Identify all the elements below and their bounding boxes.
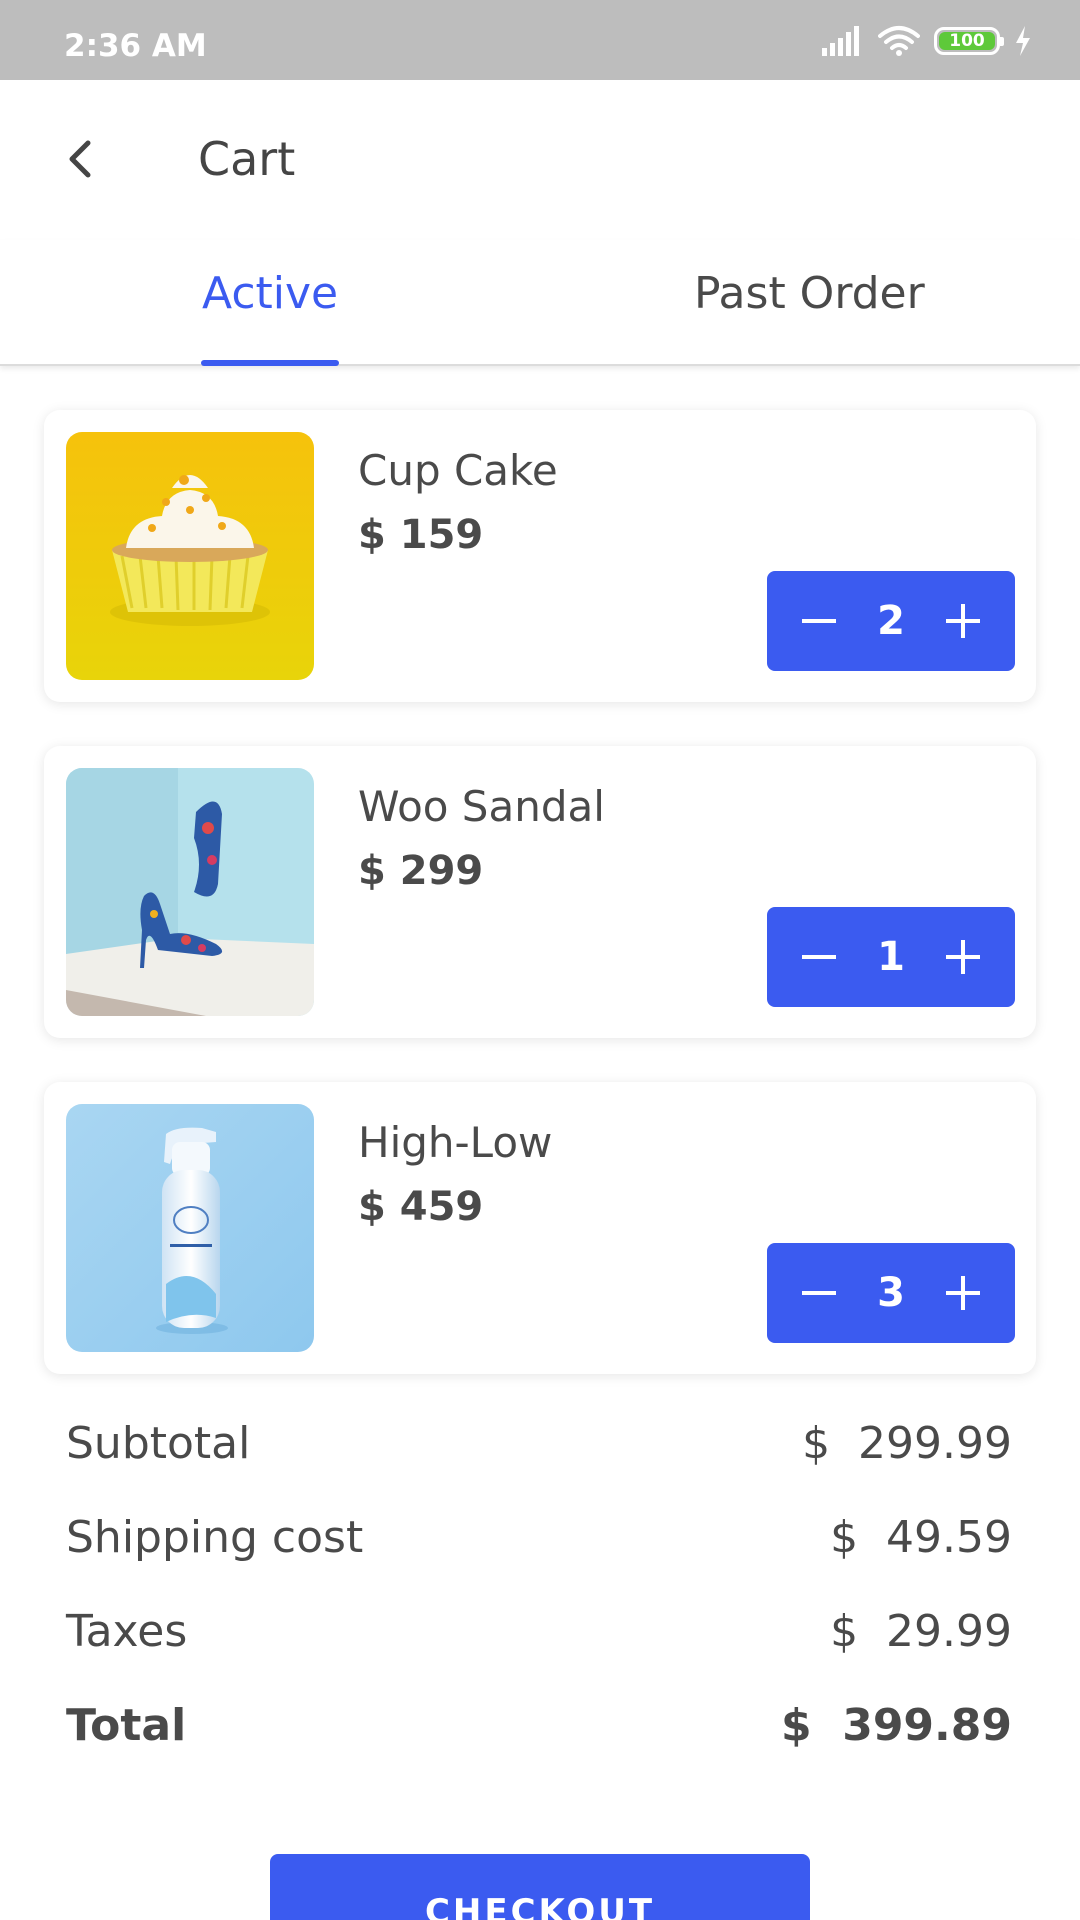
back-button[interactable] bbox=[50, 124, 110, 194]
total-label: Total bbox=[66, 1700, 187, 1751]
minus-icon bbox=[802, 955, 836, 959]
signal-icon bbox=[822, 26, 859, 56]
increase-button[interactable] bbox=[943, 1273, 983, 1313]
item-name: High-Low bbox=[358, 1118, 553, 1167]
increase-button[interactable] bbox=[943, 937, 983, 977]
cart-item: Woo Sandal $ 299 1 bbox=[44, 746, 1036, 1038]
quantity-stepper: 1 bbox=[767, 907, 1015, 1007]
total-row: Total $ 399.89 bbox=[66, 1700, 1012, 1794]
decrease-button[interactable] bbox=[799, 601, 839, 641]
wifi-icon bbox=[878, 26, 920, 56]
quantity-value: 3 bbox=[877, 1270, 905, 1316]
status-icons: 100 bbox=[822, 24, 1032, 58]
app-bar: Cart bbox=[0, 80, 1080, 240]
tab-bar: Active Past Order bbox=[0, 240, 1080, 366]
checkout-button[interactable]: CHECKOUT bbox=[270, 1854, 810, 1920]
cupcake-image bbox=[66, 432, 314, 680]
item-price: $ 459 bbox=[358, 1184, 484, 1230]
item-name: Cup Cake bbox=[358, 446, 558, 495]
plus-icon bbox=[946, 604, 980, 638]
quantity-value: 2 bbox=[877, 598, 905, 644]
taxes-row: Taxes $ 29.99 bbox=[66, 1606, 1012, 1700]
tab-active[interactable]: Active bbox=[202, 268, 338, 319]
shipping-value: $ 49.59 bbox=[830, 1512, 1012, 1563]
cart-item: High-Low $ 459 3 bbox=[44, 1082, 1036, 1374]
decrease-button[interactable] bbox=[799, 937, 839, 977]
battery-level: 100 bbox=[939, 32, 995, 50]
page-title: Cart bbox=[198, 132, 296, 186]
taxes-value: $ 29.99 bbox=[830, 1606, 1012, 1657]
item-name: Woo Sandal bbox=[358, 782, 605, 831]
tab-past-order[interactable]: Past Order bbox=[694, 268, 925, 319]
total-value: $ 399.89 bbox=[780, 1700, 1012, 1751]
quantity-value: 1 bbox=[877, 934, 905, 980]
plus-icon bbox=[946, 940, 980, 974]
chevron-left-icon bbox=[69, 140, 91, 178]
quantity-stepper: 3 bbox=[767, 1243, 1015, 1343]
charging-icon bbox=[1016, 26, 1030, 56]
battery-icon: 100 bbox=[934, 27, 1004, 55]
subtotal-row: Subtotal $ 299.99 bbox=[66, 1418, 1012, 1512]
status-bar: 2:36 AM 100 bbox=[0, 0, 1080, 80]
decrease-button[interactable] bbox=[799, 1273, 839, 1313]
minus-icon bbox=[802, 1291, 836, 1295]
sandal-image bbox=[66, 768, 314, 1016]
increase-button[interactable] bbox=[943, 601, 983, 641]
minus-icon bbox=[802, 619, 836, 623]
plus-icon bbox=[946, 1276, 980, 1310]
status-time: 2:36 AM bbox=[64, 28, 207, 64]
cart-list: Cup Cake $ 159 2 Woo Sandal $ 299 1 High… bbox=[44, 410, 1036, 1418]
active-tab-indicator bbox=[201, 360, 339, 366]
subtotal-value: $ 299.99 bbox=[802, 1418, 1012, 1469]
taxes-label: Taxes bbox=[66, 1606, 188, 1657]
quantity-stepper: 2 bbox=[767, 571, 1015, 671]
item-price: $ 299 bbox=[358, 848, 484, 894]
order-summary: Subtotal $ 299.99 Shipping cost $ 49.59 … bbox=[66, 1418, 1012, 1794]
shipping-row: Shipping cost $ 49.59 bbox=[66, 1512, 1012, 1606]
spray-bottle-image bbox=[66, 1104, 314, 1352]
cart-item: Cup Cake $ 159 2 bbox=[44, 410, 1036, 702]
shipping-label: Shipping cost bbox=[66, 1512, 364, 1563]
item-price: $ 159 bbox=[358, 512, 484, 558]
subtotal-label: Subtotal bbox=[66, 1418, 251, 1469]
